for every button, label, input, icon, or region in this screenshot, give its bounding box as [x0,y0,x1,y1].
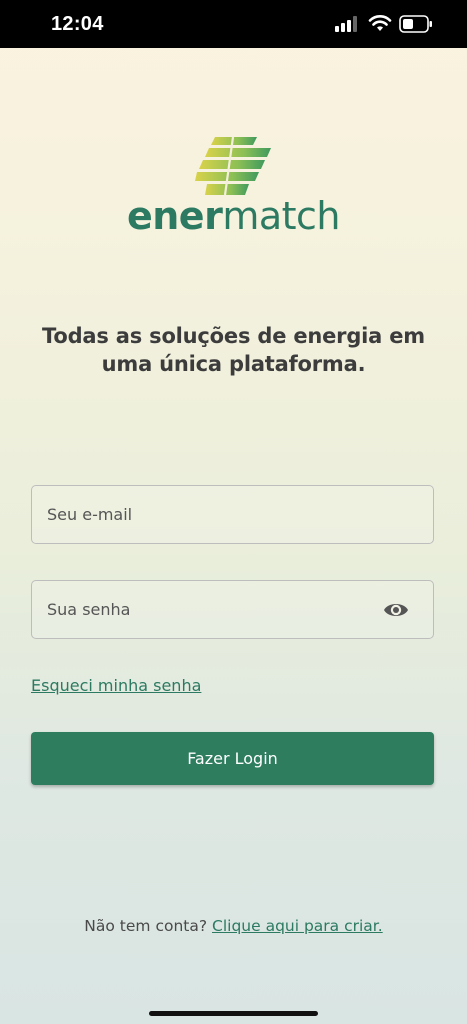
status-bar: 12:04 [0,0,467,48]
wifi-icon [368,15,392,31]
brand-logo: enermatch [0,194,467,238]
email-input[interactable] [32,486,433,543]
solar-panel-icon [195,137,271,196]
battery-icon [399,15,432,33]
login-button[interactable]: Fazer Login [31,732,434,785]
tagline: Todas as soluções de energia em uma únic… [42,324,425,376]
password-input[interactable] [32,581,433,638]
eye-icon[interactable] [383,599,409,621]
signup-prompt: Não tem conta? [84,917,208,935]
signal-icon [335,16,357,32]
brand-name-part2: match [222,194,341,238]
password-field[interactable] [31,580,434,639]
status-time: 12:04 [51,13,104,35]
home-indicator[interactable] [149,1011,318,1016]
brand-name-part1: ener [126,194,223,238]
signup-link[interactable]: Clique aqui para criar. [212,917,383,935]
forgot-password-link[interactable]: Esqueci minha senha [31,676,201,695]
email-field[interactable] [31,485,434,544]
signup-row: Não tem conta? Clique aqui para criar. [0,917,467,935]
